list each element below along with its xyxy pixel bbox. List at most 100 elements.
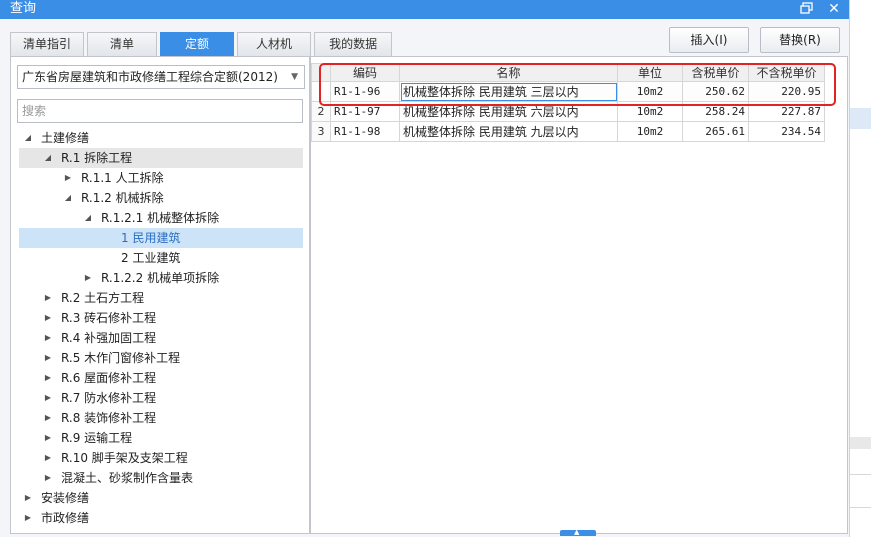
tree-node-r7[interactable]: ▶ R.7 防水修补工程 xyxy=(19,388,303,408)
collapse-triangle-icon[interactable]: ◢ xyxy=(63,188,73,208)
tree-node-r5[interactable]: ▶ R.5 木作门窗修补工程 xyxy=(19,348,303,368)
background-divider xyxy=(850,507,871,508)
expand-triangle-icon[interactable]: ▶ xyxy=(43,388,53,408)
row-tax-price[interactable]: 265.61 xyxy=(682,121,749,142)
tree-node-r1-demolition[interactable]: ◢ R.1 拆除工程 xyxy=(19,148,303,168)
window-titlebar: 查询 ✕ xyxy=(0,0,849,19)
tree-node-label: 1 民用建筑 xyxy=(121,231,181,245)
row-notax-price[interactable]: 234.54 xyxy=(748,121,825,142)
collapse-triangle-icon[interactable]: ◢ xyxy=(43,148,53,168)
tab-bill-guide[interactable]: 清单指引 xyxy=(10,32,85,56)
replace-button[interactable]: 替换(R) xyxy=(760,27,840,53)
tree-node-r3[interactable]: ▶ R.3 砖石修补工程 xyxy=(19,308,303,328)
expand-triangle-icon[interactable]: ▶ xyxy=(23,508,33,528)
tree-node-label: 安装修缮 xyxy=(41,491,90,505)
search-input[interactable] xyxy=(17,99,303,123)
tree-node-label: 市政修缮 xyxy=(41,511,90,525)
background-window-strip xyxy=(849,0,871,537)
insert-button[interactable]: 插入(I) xyxy=(669,27,749,53)
tree-node-civil-building[interactable]: 1 民用建筑 xyxy=(19,228,303,248)
row-unit[interactable]: 10m2 xyxy=(617,121,683,142)
row-code[interactable]: R1-1-98 xyxy=(330,121,400,142)
tree-node-label: R.1.1 人工拆除 xyxy=(81,171,164,185)
chevron-up-icon[interactable]: ▲ xyxy=(574,528,579,536)
tree-node-r2[interactable]: ▶ R.2 土石方工程 xyxy=(19,288,303,308)
expand-triangle-icon[interactable]: ▶ xyxy=(43,448,53,468)
background-divider xyxy=(850,474,871,475)
tree-node-civil-repair[interactable]: ◢ 土建修缮 xyxy=(19,128,303,148)
splitter-handle[interactable]: ▲ xyxy=(560,528,596,536)
quota-library-value: 广东省房屋建筑和市政修缮工程综合定额(2012) xyxy=(22,70,278,84)
tree-node-label: R.9 运输工程 xyxy=(61,431,133,445)
header-code[interactable]: 编码 xyxy=(330,63,400,82)
expand-triangle-icon[interactable]: ▶ xyxy=(83,268,93,288)
expand-triangle-icon[interactable]: ▶ xyxy=(43,288,53,308)
quota-tree: ◢ 土建修缮 ◢ R.1 拆除工程 ▶ R.1.1 人工拆除 ◢ R.1.2 机… xyxy=(11,128,309,528)
tab-labor-material-machine[interactable]: 人材机 xyxy=(237,32,312,56)
expand-triangle-icon[interactable]: ▶ xyxy=(43,408,53,428)
row-notax-price[interactable]: 220.95 xyxy=(748,81,825,102)
tab-bill[interactable]: 清单 xyxy=(87,32,158,56)
expand-triangle-icon[interactable]: ▶ xyxy=(43,468,53,488)
restore-icon[interactable] xyxy=(800,2,813,14)
tree-node-r6[interactable]: ▶ R.6 屋面修补工程 xyxy=(19,368,303,388)
tree-node-industrial-building[interactable]: 2 工业建筑 xyxy=(19,248,303,268)
close-icon[interactable]: ✕ xyxy=(826,0,842,18)
tree-node-r1-2-1-whole[interactable]: ◢ R.1.2.1 机械整体拆除 xyxy=(19,208,303,228)
collapse-triangle-icon[interactable]: ◢ xyxy=(83,208,93,228)
tree-node-r4[interactable]: ▶ R.4 补强加固工程 xyxy=(19,328,303,348)
background-row-highlight xyxy=(850,108,871,129)
window-title: 查询 xyxy=(10,1,37,16)
tree-node-label: R.1.2.2 机械单项拆除 xyxy=(101,271,220,285)
quota-results-table: 编码 名称 单位 含税单价 不含税单价 R1-1-96 机械整体拆除 民用建筑 … xyxy=(311,63,825,142)
header-unit[interactable]: 单位 xyxy=(617,63,683,82)
tree-node-municipal-repair[interactable]: ▶ 市政修缮 xyxy=(19,508,303,528)
tree-node-label: 混凝土、砂浆制作含量表 xyxy=(61,471,194,485)
expand-triangle-icon[interactable]: ▶ xyxy=(43,328,53,348)
collapse-triangle-icon[interactable]: ◢ xyxy=(23,128,33,148)
tree-node-label: R.7 防水修补工程 xyxy=(61,391,157,405)
row-unit[interactable]: 10m2 xyxy=(617,81,683,102)
expand-triangle-icon[interactable]: ▶ xyxy=(43,428,53,448)
quota-library-select[interactable]: 广东省房屋建筑和市政修缮工程综合定额(2012) ▼ xyxy=(17,65,305,89)
row-tax-price[interactable]: 250.62 xyxy=(682,81,749,102)
tree-node-label: R.2 土石方工程 xyxy=(61,291,145,305)
row-code[interactable]: R1-1-97 xyxy=(330,101,400,122)
tree-node-label: R.3 砖石修补工程 xyxy=(61,311,157,325)
row-name[interactable]: 机械整体拆除 民用建筑 九层以内 xyxy=(399,121,618,142)
tree-node-r1-2-mechanical[interactable]: ◢ R.1.2 机械拆除 xyxy=(19,188,303,208)
row-unit[interactable]: 10m2 xyxy=(617,101,683,122)
tree-node-r10[interactable]: ▶ R.10 脚手架及支架工程 xyxy=(19,448,303,468)
expand-triangle-icon[interactable]: ▶ xyxy=(23,488,33,508)
table-row[interactable]: R1-1-96 机械整体拆除 民用建筑 三层以内 10m2 250.62 220… xyxy=(311,81,825,102)
tree-node-r9[interactable]: ▶ R.9 运输工程 xyxy=(19,428,303,448)
tree-node-r8[interactable]: ▶ R.8 装饰修补工程 xyxy=(19,408,303,428)
tree-node-label: 土建修缮 xyxy=(41,131,90,145)
row-name[interactable]: 机械整体拆除 民用建筑 三层以内 xyxy=(399,81,618,102)
tree-node-concrete-table[interactable]: ▶ 混凝土、砂浆制作含量表 xyxy=(19,468,303,488)
row-name[interactable]: 机械整体拆除 民用建筑 六层以内 xyxy=(399,101,618,122)
header-index xyxy=(311,63,331,82)
quota-results-panel: 编码 名称 单位 含税单价 不含税单价 R1-1-96 机械整体拆除 民用建筑 … xyxy=(310,56,848,534)
header-name[interactable]: 名称 xyxy=(399,63,618,82)
tab-my-data[interactable]: 我的数据 xyxy=(314,32,393,56)
header-tax-price[interactable]: 含税单价 xyxy=(682,63,749,82)
tree-node-r1-1-manual[interactable]: ▶ R.1.1 人工拆除 xyxy=(19,168,303,188)
expand-triangle-icon[interactable]: ▶ xyxy=(43,368,53,388)
row-tax-price[interactable]: 258.24 xyxy=(682,101,749,122)
expand-triangle-icon[interactable]: ▶ xyxy=(63,168,73,188)
expand-triangle-icon[interactable]: ▶ xyxy=(43,308,53,328)
chevron-down-icon[interactable]: ▼ xyxy=(291,66,298,88)
tab-quota[interactable]: 定额 xyxy=(160,32,235,56)
category-tabs: 清单指引 清单 定额 人材机 我的数据 xyxy=(10,32,395,56)
expand-triangle-icon[interactable]: ▶ xyxy=(43,348,53,368)
table-row[interactable]: 3 R1-1-98 机械整体拆除 民用建筑 九层以内 10m2 265.61 2… xyxy=(311,121,825,142)
row-index: 3 xyxy=(311,121,331,142)
tree-node-r1-2-2-single[interactable]: ▶ R.1.2.2 机械单项拆除 xyxy=(19,268,303,288)
tree-node-install-repair[interactable]: ▶ 安装修缮 xyxy=(19,488,303,508)
row-notax-price[interactable]: 227.87 xyxy=(748,101,825,122)
table-row[interactable]: 2 R1-1-97 机械整体拆除 民用建筑 六层以内 10m2 258.24 2… xyxy=(311,101,825,122)
header-notax-price[interactable]: 不含税单价 xyxy=(748,63,825,82)
tree-node-label: R.8 装饰修补工程 xyxy=(61,411,157,425)
row-code[interactable]: R1-1-96 xyxy=(330,81,400,102)
